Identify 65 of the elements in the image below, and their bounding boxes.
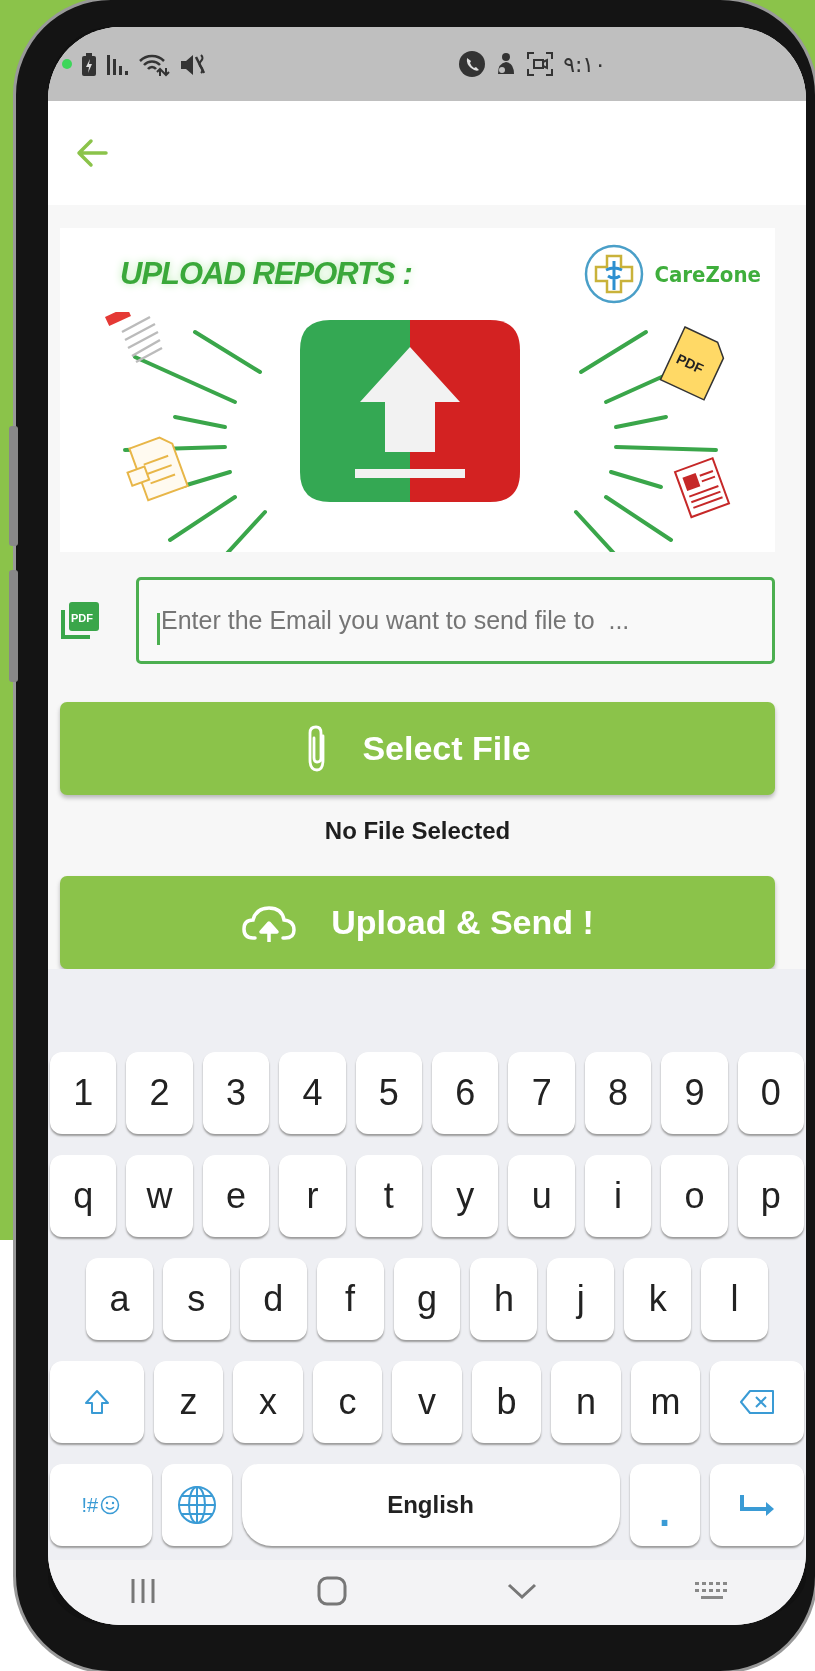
back-arrow-icon[interactable] bbox=[76, 138, 109, 168]
key[interactable]: 2 bbox=[126, 1052, 193, 1134]
shift-key[interactable] bbox=[50, 1361, 144, 1443]
file-status-text: No File Selected bbox=[324, 817, 511, 845]
key[interactable]: o bbox=[661, 1155, 728, 1237]
key[interactable]: i bbox=[584, 1155, 652, 1237]
key[interactable]: 6 bbox=[432, 1052, 499, 1134]
pdf-file-icon-label: PDF bbox=[673, 350, 707, 377]
mute-icon bbox=[179, 51, 205, 77]
key[interactable]: f bbox=[316, 1258, 384, 1340]
key[interactable]: k bbox=[624, 1258, 692, 1340]
key[interactable]: n bbox=[551, 1361, 621, 1443]
indicator-dot-icon bbox=[62, 59, 72, 69]
key[interactable]: v bbox=[392, 1361, 462, 1443]
globe-icon bbox=[176, 1485, 217, 1525]
email-field[interactable]: Enter the Email you want to send file to ... bbox=[136, 577, 775, 664]
signal-icon bbox=[106, 52, 129, 76]
key[interactable]: t bbox=[355, 1155, 423, 1237]
key[interactable]: d bbox=[239, 1258, 307, 1340]
brand-name: CareZone bbox=[654, 261, 761, 287]
enter-arrow-icon bbox=[738, 1492, 775, 1518]
key[interactable]: e bbox=[202, 1155, 270, 1237]
key[interactable]: h bbox=[470, 1258, 538, 1340]
backspace-icon bbox=[739, 1388, 775, 1416]
key[interactable]: s bbox=[162, 1258, 230, 1340]
key[interactable]: 0 bbox=[737, 1052, 805, 1134]
key[interactable]: 9 bbox=[661, 1052, 728, 1134]
key[interactable]: b bbox=[471, 1361, 542, 1443]
key[interactable]: 8 bbox=[584, 1052, 652, 1134]
backspace-key[interactable] bbox=[710, 1361, 804, 1443]
shift-icon bbox=[82, 1388, 111, 1416]
key[interactable]: l bbox=[701, 1258, 768, 1340]
battery-icon bbox=[81, 51, 97, 77]
key[interactable]: u bbox=[508, 1155, 575, 1237]
key[interactable]: r bbox=[279, 1155, 346, 1237]
key[interactable]: q bbox=[50, 1155, 117, 1237]
banner-title: UPLOAD REPORTS : bbox=[120, 256, 412, 292]
key[interactable]: a bbox=[86, 1258, 153, 1340]
screen-record-icon bbox=[527, 52, 554, 76]
key[interactable]: j bbox=[547, 1258, 615, 1340]
key[interactable]: w bbox=[126, 1155, 193, 1237]
status-time: ٩:١٠ bbox=[563, 51, 606, 77]
enter-key[interactable] bbox=[709, 1464, 804, 1546]
key[interactable]: p bbox=[737, 1155, 805, 1237]
key[interactable]: z bbox=[153, 1361, 224, 1443]
text-cursor bbox=[157, 613, 160, 645]
phone-call-icon bbox=[459, 51, 486, 77]
smiley-icon bbox=[100, 1495, 121, 1515]
chevron-down-icon[interactable] bbox=[506, 1581, 537, 1600]
key[interactable]: 4 bbox=[279, 1052, 346, 1134]
logo-icon bbox=[584, 244, 645, 304]
key[interactable]: m bbox=[630, 1361, 701, 1443]
key[interactable]: 1 bbox=[50, 1052, 117, 1134]
key[interactable]: g bbox=[393, 1258, 461, 1340]
keyboard-icon[interactable] bbox=[695, 1582, 728, 1599]
key[interactable]: 3 bbox=[202, 1052, 270, 1134]
key[interactable]: 7 bbox=[508, 1052, 575, 1134]
space-key[interactable]: English bbox=[241, 1464, 620, 1546]
key[interactable]: 5 bbox=[355, 1052, 423, 1134]
home-icon[interactable] bbox=[317, 1575, 348, 1606]
language-key[interactable] bbox=[161, 1464, 232, 1546]
recent-apps-icon[interactable] bbox=[129, 1576, 156, 1605]
key[interactable]: x bbox=[233, 1361, 303, 1443]
key[interactable]: c bbox=[312, 1361, 383, 1443]
key[interactable]: y bbox=[432, 1155, 499, 1237]
